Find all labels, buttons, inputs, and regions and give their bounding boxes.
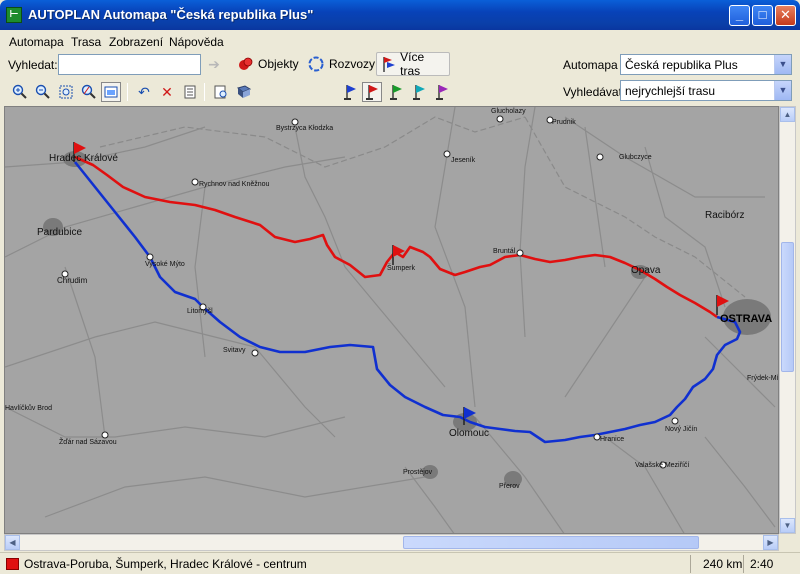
zoom-all-icon[interactable] [56,82,76,102]
search-input[interactable] [58,54,201,75]
city-valasske: Valašské Meziříčí [635,462,689,469]
city-ostrava: OSTRAVA [720,313,772,325]
app-icon: ⊢ [6,7,22,23]
zoom-route-icon[interactable] [79,82,99,102]
vice-tras-label: Více tras [400,50,425,78]
route-flag-cyan-icon[interactable] [409,82,429,102]
city-chrudim: Chrudim [57,276,88,285]
automapa-value: Česká republika Plus [625,58,738,72]
menu-zobrazeni[interactable]: Zobrazení [109,35,163,49]
city-hranice: Hranice [600,436,624,443]
city-hradec: Hradec Králové [49,153,118,164]
zoom-out-icon[interactable] [33,82,53,102]
city-glucholazy: Glucholazy [491,108,526,115]
toolbar-separator [204,83,205,101]
multiple-routes-icon [383,57,395,72]
vice-tras-button[interactable]: Více tras [376,50,450,78]
chevron-down-icon: ▼ [774,55,791,74]
horizontal-scroll-thumb[interactable] [403,536,699,549]
menu-napoveda[interactable]: Nápověda [169,35,224,49]
city-raciborz: Racibórz [705,210,744,221]
rozvozy-button[interactable]: Rozvozy [303,53,379,75]
status-divider [690,555,691,573]
city-prostejov: Prostějov [403,469,433,476]
window-title: AUTOPLAN Automapa "Česká republika Plus" [28,7,314,22]
scroll-right-icon[interactable]: ▶ [763,535,778,550]
city-opava: Opava [631,265,661,276]
automapa-label: Automapa [563,58,618,72]
city-havlickuv: Havlíčkův Brod [5,404,52,412]
objekty-label: Objekty [258,57,299,71]
route-flag-green-icon[interactable] [386,82,406,102]
zoom-in-icon[interactable] [10,82,30,102]
status-route: Ostrava-Poruba, Šumperk, Hradec Králové … [24,557,307,571]
delete-icon[interactable]: ✕ [157,82,177,102]
city-rychnov: Rychnov nad Kněžnou [199,181,270,188]
status-bar: Ostrava-Poruba, Šumperk, Hradec Králové … [0,552,800,574]
book-icon[interactable] [234,82,254,102]
close-button[interactable]: ✕ [775,5,796,26]
status-time: 2:40 [750,557,774,571]
status-divider [743,555,744,573]
chevron-down-icon: ▼ [774,81,791,100]
vyhledavat-value: nejrychlejší trasu [625,84,716,98]
objekty-button[interactable]: Objekty [234,53,303,75]
city-bystrzyca: Bystrzyca Kłodzka [276,125,333,132]
minimize-button[interactable]: _ [729,5,750,26]
search-toolbar: Vyhledat: ➔ Objekty Rozvozy Více tras Au… [0,50,800,78]
rozvozy-icon [308,56,324,72]
undo-icon[interactable]: ↶ [134,82,154,102]
route-flag-purple-icon[interactable] [432,82,452,102]
city-bruntal: Bruntál [493,248,516,255]
city-olomouc: Olomouc [449,428,489,439]
route-flag-red-icon[interactable] [362,82,382,102]
vertical-scroll-thumb[interactable] [781,242,794,372]
itinerary-icon[interactable] [180,82,200,102]
status-distance: 240 km [703,557,743,571]
print-preview-icon[interactable] [211,82,231,102]
map-view-icon[interactable] [101,82,121,102]
menu-automapa[interactable]: Automapa [9,35,64,49]
map-view[interactable]: Hradec Králové Pardubice Chrudim Vysoké … [4,106,779,534]
city-novy-jicin: Nový Jičín [665,426,697,433]
toolbar-separator [127,83,128,101]
route-color-swatch [6,558,19,570]
city-frydek: Frýdek-Mí [747,375,779,382]
city-pardubice: Pardubice [37,227,82,238]
city-glubczyce: Glubczyce [619,154,652,161]
vyhledavat-label: Vyhledávat [563,85,622,99]
vertical-scrollbar[interactable]: ▲ ▼ [779,106,796,534]
search-go-icon[interactable]: ➔ [204,54,224,74]
city-jesenik: Jeseník [451,157,476,164]
objects-icon [239,57,253,70]
city-litomysl: Litomyšl [187,308,213,315]
city-vysoke-myto: Vysoké Mýto [145,261,185,268]
route-start-flag-icon[interactable] [340,82,360,102]
horizontal-scrollbar[interactable]: ◀ ▶ [4,534,779,551]
automapa-select[interactable]: Česká republika Plus ▼ [620,54,792,75]
search-label: Vyhledat: [8,58,58,72]
city-prerov: Přerov [499,483,520,490]
menu-trasa[interactable]: Trasa [71,35,101,49]
scroll-down-icon[interactable]: ▼ [780,518,795,533]
menu-bar: Automapa Trasa Zobrazení Nápověda [0,30,800,52]
title-bar: ⊢ AUTOPLAN Automapa "Česká republika Plu… [0,0,800,30]
city-prudnik: Prudnik [552,119,576,126]
scroll-up-icon[interactable]: ▲ [780,107,795,122]
city-zdar: Žďár nad Sázavou [59,437,117,446]
maximize-button[interactable]: □ [752,5,773,26]
map-toolbar: ↶ ✕ Vyhledávat nejrychlejší trasu ▼ [0,78,800,106]
rozvozy-label: Rozvozy [329,57,376,71]
map-canvas[interactable]: Hradec Králové Pardubice Chrudim Vysoké … [5,107,779,534]
city-sumperk: Šumperk [387,263,416,272]
city-svitavy: Svitavy [223,347,246,354]
vyhledavat-select[interactable]: nejrychlejší trasu ▼ [620,80,792,101]
scroll-left-icon[interactable]: ◀ [5,535,20,550]
